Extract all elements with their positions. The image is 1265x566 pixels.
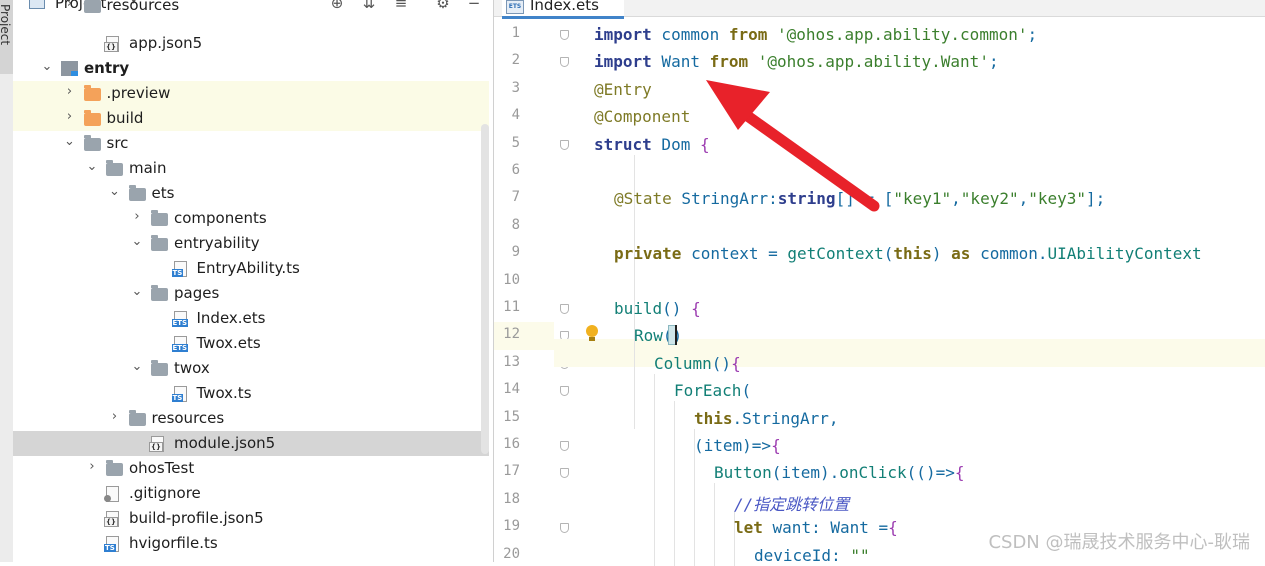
annotation-arrow [706,80,880,212]
annotation-arrow-shaft [736,106,880,212]
